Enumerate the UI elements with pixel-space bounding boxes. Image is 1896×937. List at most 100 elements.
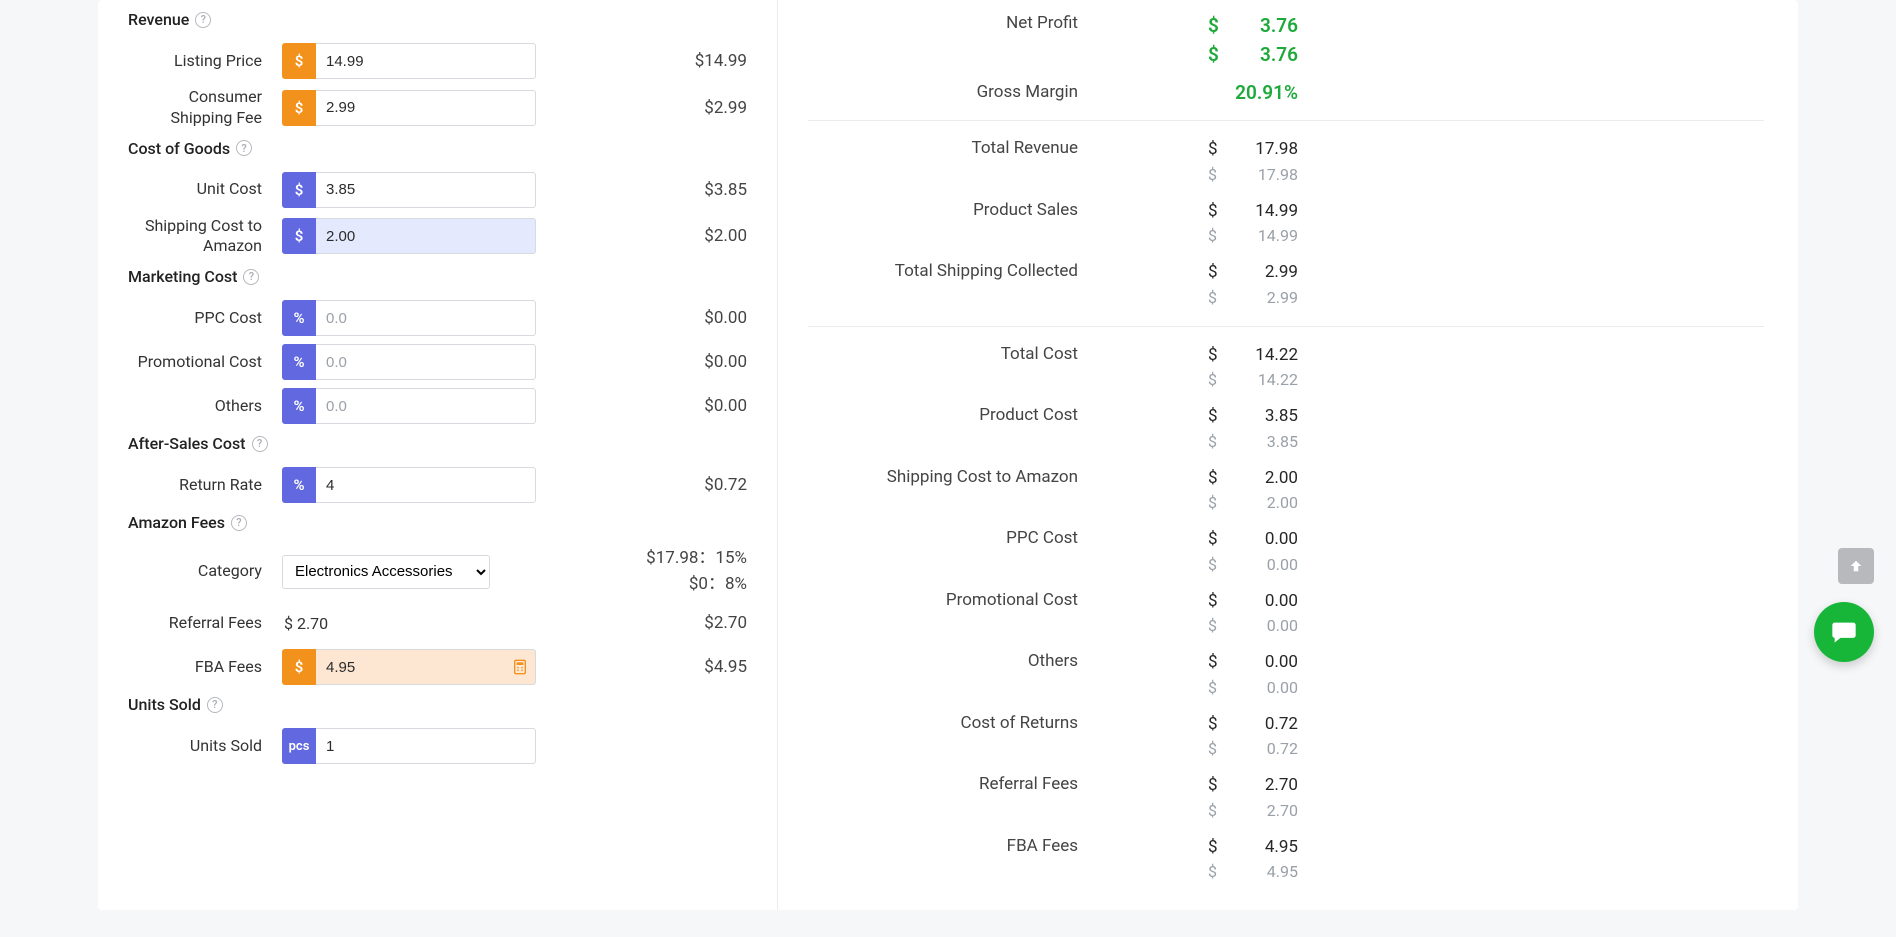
arrow-up-icon bbox=[1847, 557, 1865, 575]
currency-symbol: $ bbox=[1208, 737, 1222, 761]
currency-symbol: $ bbox=[1208, 553, 1222, 577]
label-referral-fees: Referral Fees bbox=[128, 613, 268, 634]
label-units-sold: Units Sold bbox=[128, 736, 268, 757]
percent-addon: % bbox=[282, 388, 316, 424]
summary-primary-value: 3.85 bbox=[1248, 404, 1298, 430]
help-icon[interactable]: ? bbox=[236, 140, 252, 156]
chat-icon bbox=[1830, 618, 1858, 646]
currency-symbol: $ bbox=[1208, 466, 1222, 492]
summary-primary-value: 0.00 bbox=[1248, 650, 1298, 676]
value-others: $0.00 bbox=[536, 396, 777, 416]
calculator-card: Revenue ? Listing Price $ $14.99 Consume… bbox=[98, 0, 1798, 910]
section-marketing-label: Marketing Cost bbox=[128, 267, 237, 286]
summary-row-label: Total Shipping Collected bbox=[808, 260, 1078, 283]
currency-symbol: $ bbox=[1208, 41, 1222, 70]
dollar-addon: $ bbox=[282, 649, 316, 685]
currency-symbol: $ bbox=[1208, 224, 1222, 248]
value-referral-fees: $2.70 bbox=[488, 613, 777, 633]
summary-primary-value: 0.72 bbox=[1248, 712, 1298, 738]
net-profit-value-1: 3.76 bbox=[1248, 12, 1298, 41]
summary-secondary-value: 14.22 bbox=[1248, 368, 1298, 392]
summary-row-label: PPC Cost bbox=[808, 527, 1078, 550]
chat-button[interactable] bbox=[1814, 602, 1874, 662]
summary-row-values: $14.22$14.22 bbox=[1078, 343, 1298, 393]
value-ppc-cost: $0.00 bbox=[536, 308, 777, 328]
input-shipping-to-amazon[interactable] bbox=[316, 218, 536, 254]
summary-row: Total Shipping Collected$2.99$2.99 bbox=[808, 254, 1764, 316]
scroll-top-button[interactable] bbox=[1838, 548, 1874, 584]
currency-symbol: $ bbox=[1208, 799, 1222, 823]
summary-row-values: $17.98$17.98 bbox=[1078, 137, 1298, 187]
label-net-profit: Net Profit bbox=[808, 12, 1078, 35]
section-after-sales: After-Sales Cost ? bbox=[128, 428, 777, 463]
summary-secondary-value: 3.85 bbox=[1248, 430, 1298, 454]
summary-secondary-value: 0.00 bbox=[1248, 614, 1298, 638]
input-listing-price[interactable] bbox=[316, 43, 536, 79]
calculator-icon[interactable] bbox=[512, 658, 528, 676]
summary-primary-value: 14.22 bbox=[1248, 343, 1298, 369]
input-ppc-cost[interactable] bbox=[316, 300, 536, 336]
label-consumer-shipping-fee: Consumer Shipping Fee bbox=[128, 87, 268, 129]
value-listing-price: $14.99 bbox=[536, 51, 777, 71]
currency-symbol: $ bbox=[1208, 614, 1222, 638]
section-marketing: Marketing Cost ? bbox=[128, 261, 777, 296]
input-unit-cost[interactable] bbox=[316, 172, 536, 208]
input-consumer-shipping-fee[interactable] bbox=[316, 90, 536, 126]
summary-primary-value: 0.00 bbox=[1248, 589, 1298, 615]
summary-row-values: $0.72$0.72 bbox=[1078, 712, 1298, 762]
help-icon[interactable]: ? bbox=[252, 436, 268, 452]
select-category[interactable]: Electronics Accessories bbox=[282, 555, 490, 589]
currency-symbol: $ bbox=[1208, 12, 1222, 41]
summary-row-label: Others bbox=[808, 650, 1078, 673]
currency-symbol: $ bbox=[1208, 835, 1222, 861]
label-others: Others bbox=[128, 396, 268, 417]
value-promotional-cost: $0.00 bbox=[536, 352, 777, 372]
input-return-rate[interactable] bbox=[316, 467, 536, 503]
summary-primary-value: 14.99 bbox=[1248, 199, 1298, 225]
summary-primary-value: 17.98 bbox=[1248, 137, 1298, 163]
summary-primary-value: 2.70 bbox=[1248, 773, 1298, 799]
summary-row-values: $2.70$2.70 bbox=[1078, 773, 1298, 823]
input-units-sold[interactable] bbox=[316, 728, 536, 764]
label-unit-cost: Unit Cost bbox=[128, 179, 268, 200]
currency-symbol: $ bbox=[1208, 199, 1222, 225]
summary-row-label: FBA Fees bbox=[808, 835, 1078, 858]
help-icon[interactable]: ? bbox=[207, 697, 223, 713]
percent-addon: % bbox=[282, 344, 316, 380]
section-amazon-fees: Amazon Fees ? bbox=[128, 507, 777, 542]
help-icon[interactable]: ? bbox=[195, 12, 211, 28]
summary-primary-value: 4.95 bbox=[1248, 835, 1298, 861]
value-unit-cost: $3.85 bbox=[536, 180, 777, 200]
currency-symbol: $ bbox=[1208, 650, 1222, 676]
input-promotional-cost[interactable] bbox=[316, 344, 536, 380]
row-ppc-cost: PPC Cost % $0.00 bbox=[128, 296, 777, 340]
input-others[interactable] bbox=[316, 388, 536, 424]
summary-row: Cost of Returns$0.72$0.72 bbox=[808, 706, 1764, 768]
summary-primary-value: 2.00 bbox=[1248, 466, 1298, 492]
currency-symbol: $ bbox=[1208, 527, 1222, 553]
summary-primary-value: 0.00 bbox=[1248, 527, 1298, 553]
summary-gross-margin: Gross Margin 20.91% bbox=[808, 75, 1764, 110]
summary-row: Referral Fees$2.70$2.70 bbox=[808, 767, 1764, 829]
percent-addon: % bbox=[282, 300, 316, 336]
summary-row-values: $0.00$0.00 bbox=[1078, 650, 1298, 700]
summary-row: Promotional Cost$0.00$0.00 bbox=[808, 583, 1764, 645]
value-shipping-to-amazon: $2.00 bbox=[536, 226, 777, 246]
help-icon[interactable]: ? bbox=[231, 515, 247, 531]
currency-symbol: $ bbox=[1208, 860, 1222, 884]
help-icon[interactable]: ? bbox=[243, 269, 259, 285]
summary-row-label: Promotional Cost bbox=[808, 589, 1078, 612]
summary-row: Others$0.00$0.00 bbox=[808, 644, 1764, 706]
section-units-sold-label: Units Sold bbox=[128, 695, 201, 714]
summary-column: Net Profit $ 3.76 $ 3.76 Gross Margin bbox=[808, 0, 1768, 910]
currency-symbol: $ bbox=[1208, 404, 1222, 430]
summary-secondary-value: 17.98 bbox=[1248, 163, 1298, 187]
summary-row: Total Cost$14.22$14.22 bbox=[808, 337, 1764, 399]
summary-secondary-value: 14.99 bbox=[1248, 224, 1298, 248]
input-fba-fees[interactable] bbox=[316, 649, 536, 685]
summary-secondary-value: 0.00 bbox=[1248, 553, 1298, 577]
section-cogs: Cost of Goods ? bbox=[128, 133, 777, 168]
currency-symbol: $ bbox=[1208, 430, 1222, 454]
row-listing-price: Listing Price $ $14.99 bbox=[128, 39, 777, 83]
summary-secondary-value: 0.00 bbox=[1248, 676, 1298, 700]
